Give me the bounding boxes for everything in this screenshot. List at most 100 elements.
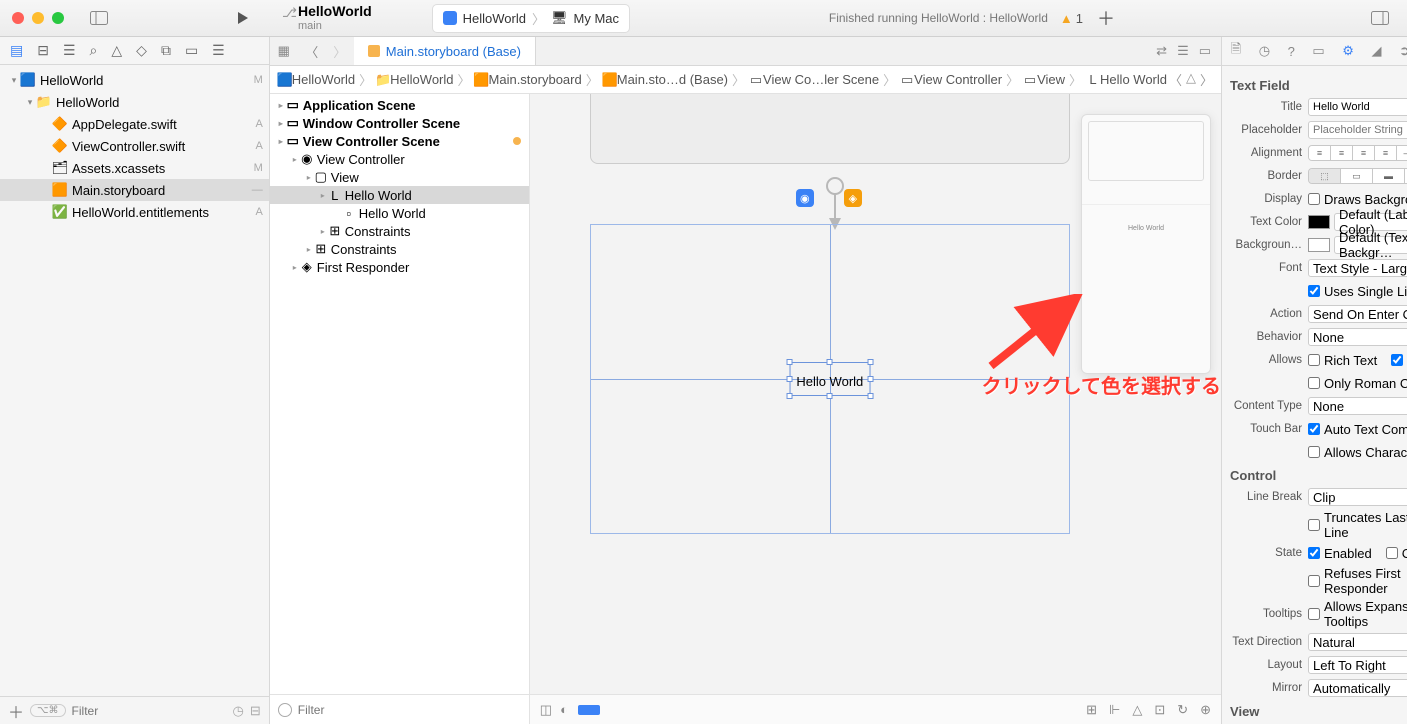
outline-Application-Scene[interactable]: ▸▭Application Scene: [270, 96, 529, 114]
window-controller-preview[interactable]: [590, 94, 1070, 164]
preview-toggle-icon[interactable]: ◐: [560, 702, 568, 718]
border-segmented[interactable]: ⬚▭▬◖◗: [1308, 168, 1407, 184]
embed-icon[interactable]: ⊡: [1154, 702, 1165, 718]
jumpbar-item[interactable]: 📁HelloWorld: [376, 72, 453, 88]
outline-Window-Controller-Scene[interactable]: ▸▭Window Controller Scene: [270, 114, 529, 132]
update-frames-icon[interactable]: ↻: [1177, 702, 1188, 718]
autotext-checkbox[interactable]: [1308, 423, 1320, 435]
jumpbar-item[interactable]: LHello World: [1086, 72, 1167, 87]
outline-First-Responder[interactable]: ▸◈First Responder: [270, 258, 529, 276]
action-dropdown[interactable]: Send On Enter Only⌄: [1308, 305, 1407, 323]
inspector-toggle-icon[interactable]: [1371, 9, 1389, 27]
source-control-nav-icon[interactable]: ⊟: [37, 42, 49, 59]
scm-status-filter-icon[interactable]: ⊟: [250, 703, 261, 719]
resolve-icon[interactable]: △: [1132, 702, 1142, 718]
jumpbar-item[interactable]: ▭View Co…ler Scene: [749, 72, 879, 88]
selected-text-field[interactable]: Hello World: [789, 362, 870, 396]
symbol-nav-icon[interactable]: ☰: [63, 42, 76, 59]
refuses-checkbox[interactable]: [1308, 575, 1320, 587]
help-inspector-icon[interactable]: ?: [1288, 44, 1295, 59]
trait-variations-button[interactable]: [578, 705, 600, 715]
toggle-outline-icon[interactable]: ◫: [540, 702, 552, 718]
file-HelloWorld[interactable]: ▾🟦HelloWorldM: [0, 69, 269, 91]
connections-inspector-icon[interactable]: ➲: [1399, 43, 1407, 59]
roman-checkbox[interactable]: [1308, 377, 1320, 389]
file-Main-storyboard[interactable]: 🟧Main.storyboard—: [0, 179, 269, 201]
scheme-selector[interactable]: HelloWorld 〉 🖥 My Mac: [432, 4, 630, 33]
outline-Constraints[interactable]: ▸⊞Constraints: [270, 222, 529, 240]
jump-back-icon[interactable]: 〈: [1169, 70, 1182, 89]
jump-bar[interactable]: 🟦HelloWorld〉📁HelloWorld〉🟧Main.storyboard…: [270, 66, 1221, 94]
nav-back-icon[interactable]: 〈: [298, 42, 326, 61]
library-icon[interactable]: ⊕: [1200, 702, 1211, 718]
outline-View-Controller-Scene[interactable]: ▸▭View Controller Scene: [270, 132, 529, 150]
file-HelloWorld[interactable]: ▾📁HelloWorld: [0, 91, 269, 113]
jumpbar-item[interactable]: ▭View: [1023, 72, 1065, 88]
view-frame[interactable]: Hello World: [590, 224, 1070, 534]
undo-checkbox[interactable]: [1391, 354, 1403, 366]
align-icon[interactable]: ⊞: [1086, 702, 1097, 718]
file-AppDelegate-swift[interactable]: 🔶AppDelegate.swiftA: [0, 113, 269, 135]
continuous-checkbox[interactable]: [1386, 547, 1398, 559]
canvas-options-icon[interactable]: ▭: [1199, 43, 1211, 59]
file-HelloWorld-entitlements[interactable]: ✅HelloWorld.entitlementsA: [0, 201, 269, 223]
outline-View-Controller[interactable]: ▸◉View Controller: [270, 150, 529, 168]
bg-color-swatch[interactable]: [1308, 238, 1330, 252]
warnings-indicator[interactable]: ▲ 1: [1060, 11, 1083, 26]
text-color-dropdown[interactable]: Default (Label Color)⌄: [1334, 213, 1407, 231]
placeholder-input[interactable]: [1308, 121, 1407, 139]
jumpbar-item[interactable]: 🟦HelloWorld: [278, 72, 355, 88]
bg-color-dropdown[interactable]: Default (Text Backgr…⌄: [1334, 236, 1407, 254]
jump-fwd-icon[interactable]: 〉: [1200, 70, 1213, 89]
attributes-inspector-icon[interactable]: ⚙: [1342, 43, 1354, 59]
file-ViewController-swift[interactable]: 🔶ViewController.swiftA: [0, 135, 269, 157]
test-nav-icon[interactable]: ◇: [136, 42, 147, 59]
add-file-button[interactable]: ＋: [8, 699, 24, 723]
report-nav-icon[interactable]: ☰: [212, 42, 225, 59]
find-nav-icon[interactable]: ⌕: [90, 42, 98, 59]
jumpbar-item[interactable]: ▭View Controller: [900, 72, 1002, 88]
outline-Hello-World[interactable]: ▫Hello World: [270, 204, 529, 222]
project-title[interactable]: ⎇ HelloWorld main: [298, 4, 372, 31]
zoom-window-button[interactable]: [52, 12, 64, 24]
layout-dropdown[interactable]: Left To Right⌄: [1308, 656, 1407, 674]
debug-nav-icon[interactable]: ⧉: [161, 42, 171, 59]
textdir-dropdown[interactable]: Natural⌄: [1308, 633, 1407, 651]
recent-filter-icon[interactable]: ◷: [233, 703, 244, 719]
font-field[interactable]: Text Style - Large TitleT: [1308, 259, 1407, 277]
outline-Hello-World[interactable]: ▸LHello World: [270, 186, 529, 204]
project-nav-icon[interactable]: ▤: [10, 42, 23, 59]
richtext-checkbox[interactable]: [1308, 354, 1320, 366]
charpicker-checkbox[interactable]: [1308, 446, 1320, 458]
breakpoint-nav-icon[interactable]: ▭: [185, 42, 198, 59]
contenttype-dropdown[interactable]: None⌄: [1308, 397, 1407, 415]
enabled-checkbox[interactable]: [1308, 547, 1320, 559]
adjust-icon[interactable]: ⇄: [1156, 43, 1167, 59]
text-color-swatch[interactable]: [1308, 215, 1330, 229]
jump-next-icon[interactable]: △: [1186, 70, 1196, 89]
outline-filter-input[interactable]: [298, 703, 521, 717]
file-Assets-xcassets[interactable]: 🗂Assets.xcassetsM: [0, 157, 269, 179]
canvas-minimap[interactable]: Hello World: [1081, 114, 1211, 374]
jumpbar-item[interactable]: 🟧Main.storyboard: [475, 72, 582, 88]
minimap-toggle-icon[interactable]: ☰: [1177, 43, 1189, 59]
linebreak-dropdown[interactable]: Clip⌄: [1308, 488, 1407, 506]
history-inspector-icon[interactable]: ◷: [1259, 43, 1270, 59]
title-input[interactable]: [1308, 98, 1407, 116]
editor-tab[interactable]: Main.storyboard (Base): [354, 37, 536, 65]
viewcontroller-icon[interactable]: ◉: [796, 189, 814, 207]
storyboard-canvas[interactable]: ◉ ◈ Hello World Hello World: [530, 94, 1221, 724]
outline-View[interactable]: ▸▢View: [270, 168, 529, 186]
mirror-dropdown[interactable]: Automatically⌄: [1308, 679, 1407, 697]
first-responder-icon[interactable]: ◈: [844, 189, 862, 207]
scm-filter-button[interactable]: ⌥⌘: [30, 704, 66, 717]
sidebar-toggle-icon[interactable]: [90, 9, 108, 27]
navigator-filter-input[interactable]: [72, 704, 227, 718]
nav-forward-icon[interactable]: 〉: [326, 42, 354, 61]
filter-icon[interactable]: [278, 703, 292, 717]
file-inspector-icon[interactable]: 🗎: [1231, 40, 1241, 62]
identity-inspector-icon[interactable]: ▭: [1312, 43, 1324, 59]
tooltips-checkbox[interactable]: [1308, 608, 1320, 620]
trunc-checkbox[interactable]: [1308, 519, 1320, 531]
single-line-checkbox[interactable]: [1308, 285, 1320, 297]
